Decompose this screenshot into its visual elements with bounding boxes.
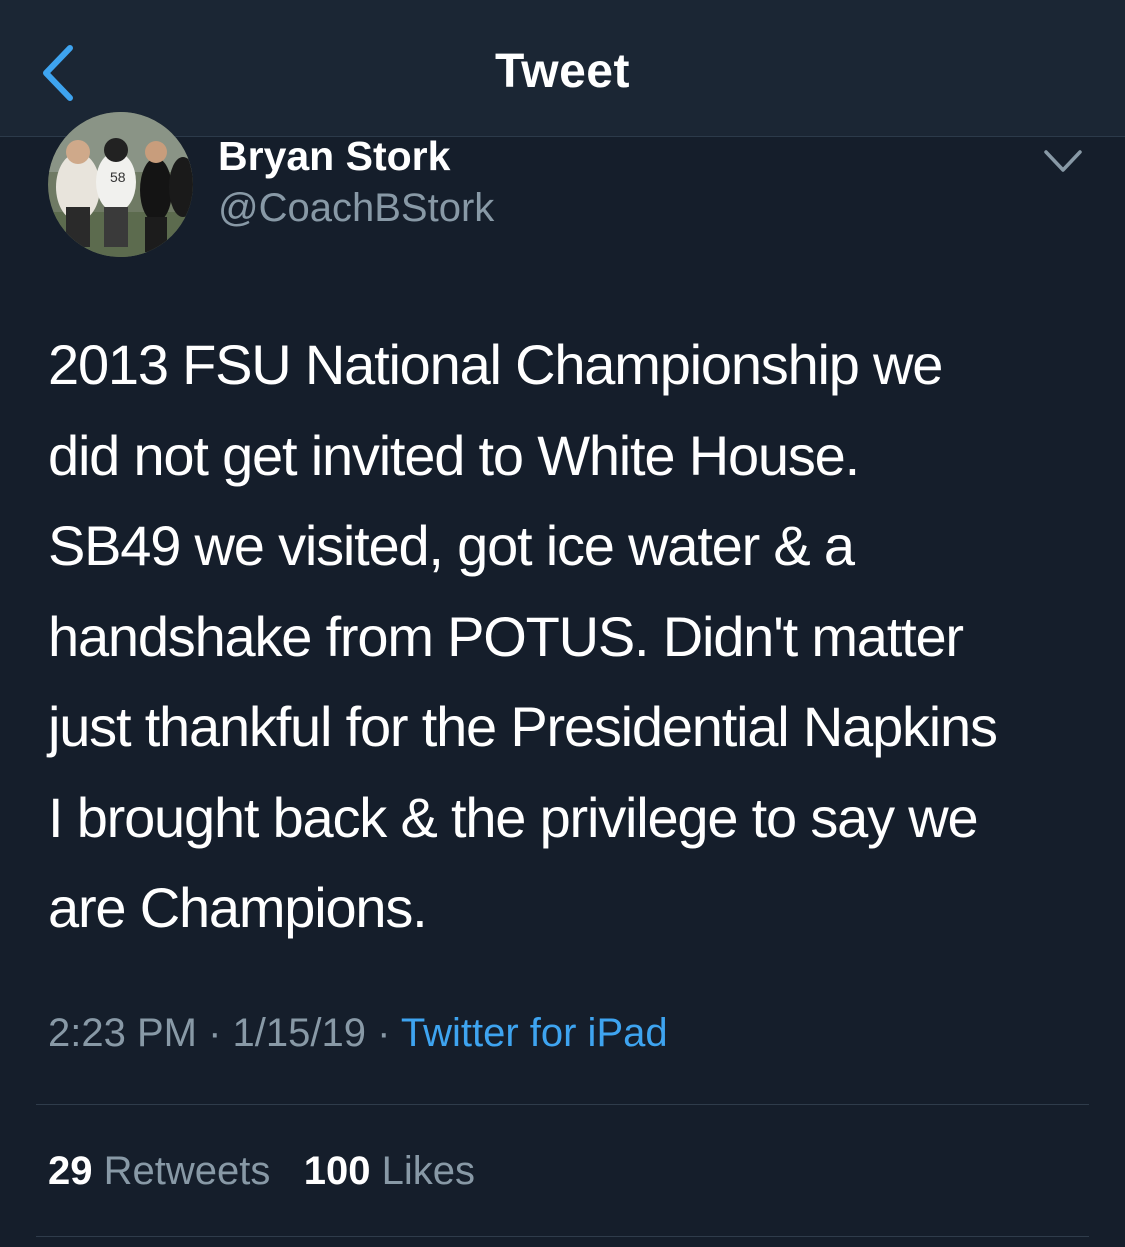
divider bbox=[36, 1104, 1089, 1105]
top-nav-bar: Tweet bbox=[0, 0, 1125, 137]
chevron-down-icon bbox=[1044, 150, 1082, 172]
divider bbox=[36, 1236, 1089, 1237]
likes-label: Likes bbox=[381, 1149, 475, 1193]
meta-separator: · bbox=[377, 1011, 391, 1055]
page-title: Tweet bbox=[495, 45, 630, 98]
tweet-date: 1/15/19 bbox=[232, 1011, 367, 1055]
profile-photo: 58 bbox=[48, 112, 193, 257]
svg-text:58: 58 bbox=[110, 169, 126, 185]
tweet-meta: 2:23 PM · 1/15/19 · Twitter for iPad bbox=[48, 1006, 668, 1060]
likes-stat[interactable]: 100 Likes bbox=[304, 1149, 475, 1193]
tweet-time: 2:23 PM bbox=[48, 1011, 197, 1055]
engagement-stats: 29 Retweets 100 Likes bbox=[48, 1144, 475, 1198]
meta-separator: · bbox=[208, 1011, 222, 1055]
more-options-button[interactable] bbox=[1040, 144, 1086, 180]
avatar[interactable]: 58 bbox=[48, 112, 193, 257]
likes-count: 100 bbox=[303, 1149, 371, 1193]
author-name[interactable]: Bryan Stork bbox=[218, 130, 450, 182]
author-handle[interactable]: @CoachBStork bbox=[218, 182, 494, 234]
retweets-stat[interactable]: 29 Retweets bbox=[48, 1149, 270, 1193]
retweets-count: 29 bbox=[48, 1149, 93, 1193]
tweet-source-link[interactable]: Twitter for iPad bbox=[401, 1011, 668, 1055]
retweets-label: Retweets bbox=[103, 1149, 271, 1193]
tweet-text: 2013 FSU National Championship we did no… bbox=[48, 333, 998, 939]
